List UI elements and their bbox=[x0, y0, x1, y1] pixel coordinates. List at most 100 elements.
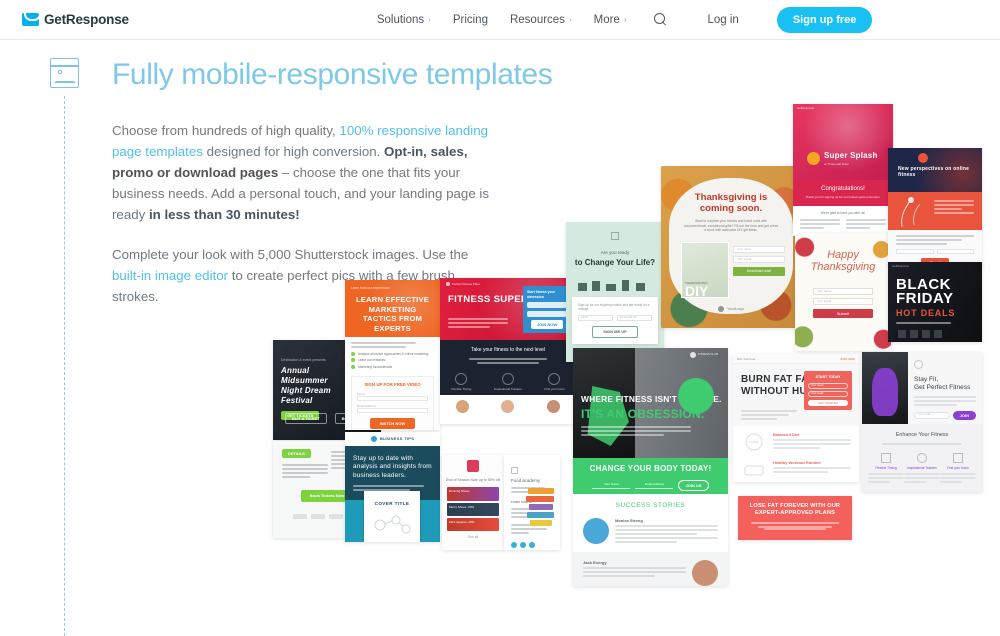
thumb-title: to Change Your Life? bbox=[574, 257, 656, 267]
thumb-field-1: Name bbox=[357, 391, 366, 396]
thumb-title: Super Splash bbox=[824, 151, 878, 161]
login-link[interactable]: Log in bbox=[707, 14, 738, 26]
thumb-field-2[interactable]: Email address bbox=[635, 482, 674, 489]
p2-seg1: Complete your look with 5,000 Shuttersto… bbox=[112, 247, 469, 262]
template-thumb-business-tips[interactable]: BUSINESS TIPS Stay up to date with analy… bbox=[345, 432, 440, 542]
template-thumb-stay-fit[interactable]: Stay Fit, Get Perfect Fitness Your email… bbox=[862, 352, 982, 492]
thumb-cta[interactable]: JOIN NOW bbox=[530, 320, 564, 330]
nav-item-more[interactable]: More › bbox=[594, 14, 627, 26]
template-thumb-books[interactable] bbox=[520, 452, 560, 547]
thumb-title-2: IT'S AN OBSESSION. bbox=[581, 407, 705, 421]
thumb-feature-1: Flexible Timing bbox=[875, 466, 897, 471]
thumb-feature-2: Inspirational Trainers bbox=[493, 386, 522, 391]
thumb-cta[interactable]: Submit bbox=[813, 309, 873, 318]
thumb-field-2: Email address bbox=[357, 403, 377, 408]
template-thumb-happy-thanksgiving[interactable]: Happy Thanksgiving Your name Your email … bbox=[795, 233, 891, 351]
template-thumb-new-perspectives[interactable]: New perspectives on online fitness Send bbox=[888, 148, 982, 268]
thumb-title: Annual Midsummer Night Dream Festival bbox=[281, 365, 331, 405]
nav-item-pricing[interactable]: Pricing bbox=[453, 14, 488, 26]
thumb-cta[interactable]: JOIN US bbox=[678, 479, 709, 492]
image-editor-link[interactable]: built-in image editor bbox=[112, 268, 228, 283]
template-thumb-super-splash[interactable]: GetResponse Super Splash at Three-star h… bbox=[793, 104, 893, 236]
thumb-field-1[interactable]: Your name bbox=[813, 288, 873, 295]
page-title: Fully mobile-responsive templates bbox=[112, 58, 553, 91]
template-thumb-midsummer[interactable]: Destination & event presents Annual Mids… bbox=[273, 340, 381, 440]
thumb-cta[interactable]: GET STARTED bbox=[808, 399, 848, 406]
thumb-title: New perspectives on online fitness bbox=[898, 166, 970, 179]
template-thumb-midsummer-lower[interactable]: DETAILS Book Tickets Now bbox=[273, 441, 381, 538]
nav-item-solutions[interactable]: Solutions › bbox=[377, 14, 431, 26]
template-thumb-thanksgiving[interactable]: Thanksgiving is coming soon. Want to sur… bbox=[661, 166, 801, 328]
p1-bold2: in less than 30 minutes! bbox=[148, 207, 300, 222]
thumb-cta[interactable]: Download now! bbox=[733, 267, 785, 276]
template-thumb-burn-fat[interactable]: Burn Fat Fast JOIN NOW BURN FAT FAST WIT… bbox=[733, 354, 859, 482]
thumb-bullet-3: Marketing fundamentals bbox=[358, 364, 393, 369]
icon-mountain bbox=[54, 77, 76, 83]
template-thumb-lose-fat[interactable]: LOSE FAT FOREVER WITH OUR EXPERT-APPROVE… bbox=[738, 496, 852, 540]
signup-button[interactable]: Sign up free bbox=[776, 6, 873, 33]
thumb-eyebrow: Are you ready bbox=[600, 249, 630, 255]
nav-label: Resources bbox=[509, 13, 565, 26]
chevron-right-icon: › bbox=[568, 15, 572, 24]
logo-text: GetResponse bbox=[44, 12, 129, 27]
site-header: GetResponse Solutions › Pricing Resource… bbox=[0, 0, 1000, 40]
p1-seg2: designed for high conversion. bbox=[202, 144, 385, 159]
nav-item-resources[interactable]: Resources › bbox=[510, 14, 572, 26]
template-thumb-change-life[interactable]: Are you ready to Change Your Life? Sign … bbox=[566, 222, 664, 362]
thumb-feature-2: Inspirational Trainers bbox=[907, 466, 937, 471]
chevron-right-icon: › bbox=[428, 15, 431, 24]
thumb-field[interactable]: Your email bbox=[914, 411, 950, 419]
thumb-form-title: SIGN UP FOR FREE VIDEO bbox=[364, 381, 421, 387]
thumb-body: Want to surprise your friends and loved … bbox=[683, 219, 779, 233]
image-placeholder-icon bbox=[50, 58, 79, 88]
thumb-cta[interactable]: SIGN ME UP bbox=[592, 326, 638, 338]
thumb-feature-3: Find your focus bbox=[544, 386, 565, 391]
brand-logo[interactable]: GetResponse bbox=[22, 12, 129, 27]
thumb-feature-1: Flexible Timing bbox=[451, 386, 472, 391]
thumb-tile-2: Men's Shoes -20% bbox=[447, 502, 499, 516]
thumb-cta[interactable]: See all bbox=[442, 535, 504, 540]
thumb-cta[interactable]: Send bbox=[921, 258, 949, 268]
thumb-field-1[interactable]: Your name bbox=[808, 382, 848, 389]
thumb-illustration bbox=[374, 515, 411, 534]
icon-dot bbox=[58, 70, 62, 74]
thumb-field-1[interactable]: Your Name bbox=[592, 482, 631, 489]
thumb-tag-1: BUY A TICKET bbox=[285, 412, 327, 424]
template-thumb-black-friday[interactable]: GetResponse BLACK FRIDAY HOT DEALS bbox=[888, 262, 982, 342]
template-thumb-food-academy[interactable]: Food academy Learn how to bbox=[504, 455, 560, 550]
thumb-field-2[interactable]: Email address bbox=[617, 315, 652, 322]
thumb-cta[interactable]: GET TICKETS bbox=[281, 410, 320, 421]
thumb-field-2[interactable]: Your email bbox=[813, 298, 873, 305]
thumb-body: Thank you for signing up for our limited… bbox=[805, 195, 881, 200]
thumb-feature-1: Balanced Diet bbox=[773, 432, 800, 437]
thumb-title: End of Season Sale up to 50% off bbox=[446, 477, 500, 482]
thumb-field-2[interactable]: Your email bbox=[733, 256, 785, 263]
thumb-cta[interactable]: JOIN bbox=[952, 410, 976, 421]
template-thumb-shop-sale[interactable]: End of Season Sale up to 50% off Running… bbox=[442, 455, 504, 550]
thumb-subtitle: at Three-star hotel bbox=[824, 161, 849, 166]
thumb-field-1[interactable]: Your name bbox=[733, 246, 785, 253]
search-icon[interactable] bbox=[654, 13, 667, 26]
thumb-title: Stay up to date with analysis and insigh… bbox=[353, 455, 432, 479]
thumb-title: Food academy bbox=[511, 478, 541, 483]
workout-icon bbox=[744, 465, 764, 476]
chevron-right-icon: › bbox=[623, 15, 627, 24]
thumb-sub: Learn how to bbox=[511, 499, 532, 504]
thumb-bullet-1: Analyze all recent approaches in online … bbox=[358, 352, 429, 356]
paragraph-2: Complete your look with 5,000 Shuttersto… bbox=[112, 244, 497, 307]
thumb-tile-3: Kid's Apparel -40% bbox=[447, 517, 499, 531]
thumb-title-1: WHERE FITNESS ISN'T A CHORE. bbox=[581, 394, 722, 404]
thumb-subtitle: HOT DEALS bbox=[896, 308, 956, 318]
thumb-icons-row bbox=[578, 279, 645, 291]
template-collage: Destination & event presents Annual Mids… bbox=[0, 0, 1000, 636]
template-thumb-obsession[interactable]: FITNESS CLUB WHERE FITNESS ISN'T A CHORE… bbox=[573, 348, 728, 586]
thumb-cta-bar: CHANGE YOUR BODY TODAY! bbox=[589, 464, 712, 473]
books-illustration bbox=[526, 488, 554, 526]
thumb-title-1: Stay Fit, bbox=[914, 375, 939, 383]
thumb-field-1[interactable]: Name bbox=[578, 315, 613, 322]
thumb-cta[interactable]: WATCH NOW bbox=[369, 417, 416, 430]
thumb-logo: YourLogo bbox=[727, 306, 744, 312]
thumb-field-2[interactable]: Your email bbox=[808, 390, 848, 397]
thumb-icons-row-2 bbox=[582, 351, 635, 362]
nav-label: Pricing bbox=[452, 13, 488, 26]
